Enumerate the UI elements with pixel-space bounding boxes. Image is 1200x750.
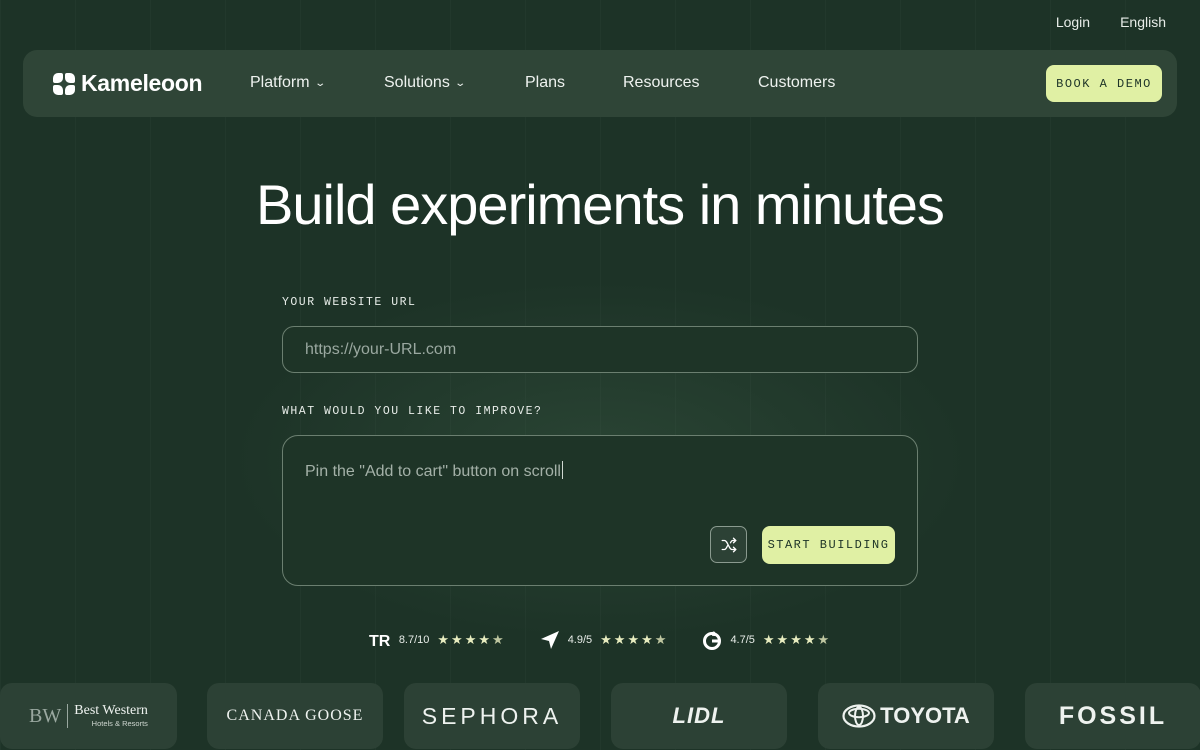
text-caret [561,461,563,479]
best-western-name: Best Western [74,703,148,719]
nav-label: Platform [250,74,310,91]
chevron-down-icon: ⌄ [454,77,466,89]
nav-item-customers[interactable]: Customers [758,74,835,92]
ratings-row: TR 8.7/10 ★★★★★ 4.9/5 ★★★★★ 2 4.7/5 ★★★★… [0,630,1200,650]
best-western-sub: Hotels & Resorts [91,719,148,729]
best-western-mark: BW [29,704,62,727]
logo-fossil: FOSSIL [1025,683,1200,749]
logo-sephora: SEPHORA [404,683,580,749]
start-building-button[interactable]: START BUILDING [762,526,895,564]
fossil-wordmark: FOSSIL [1058,701,1168,730]
g2-icon: 2 [703,632,722,650]
improve-label: WHAT WOULD YOU LIKE TO IMPROVE? [282,405,543,418]
rating-g2[interactable]: 2 4.7/5 ★★★★★ [702,630,831,650]
brand-name: Kameleoon [81,70,203,96]
shuffle-icon [721,537,736,552]
logo-lidl: LIDL [611,683,787,749]
star-rating-icon: ★★★★★ [437,632,506,647]
hero-title: Build experiments in minutes [256,173,945,236]
svg-text:TR: TR [369,633,391,648]
login-link[interactable]: Login [1056,14,1090,30]
nav-label: Resources [623,74,700,91]
chevron-down-icon: ⌄ [313,77,326,89]
website-url-input[interactable] [282,326,918,373]
canada-goose-wordmark: CANADA GOOSE [226,707,364,724]
nav-item-plans[interactable]: Plans [525,74,565,92]
sephora-wordmark: SEPHORA [421,702,563,729]
kameleoon-logo-icon [53,72,75,95]
improve-textarea[interactable]: Pin the "Add to cart" button on scroll S… [282,435,918,586]
language-selector[interactable]: English [1120,14,1166,30]
logo-best-western: BW Best Western Hotels & Resorts [0,683,177,749]
logo-toyota: TOYOTA [818,683,994,749]
improve-text-value: Pin the "Add to cart" button on scroll [305,463,561,480]
rating-score: 8.7/10 [398,634,430,646]
main-navbar: Kameleoon Platform ⌄ Solutions ⌄ Plans R… [23,50,1177,117]
improve-text: Pin the "Add to cart" button on scroll [305,461,563,481]
toyota-wordmark: TOYOTA [880,703,970,728]
nav-label: Solutions [384,74,450,91]
star-rating-icon: ★★★★★ [762,632,832,647]
nav-item-resources[interactable]: Resources [623,74,699,92]
capterra-icon [540,631,559,649]
rating-trustradius[interactable]: TR 8.7/10 ★★★★★ [369,632,506,648]
top-utility-bar: Login English [1056,14,1166,30]
nav-label: Plans [525,74,566,91]
nav-item-platform[interactable]: Platform ⌄ [250,74,326,92]
customer-logos-strip: BW Best Western Hotels & Resorts CANADA … [0,683,1200,750]
rating-score: 4.9/5 [567,634,593,646]
lidl-wordmark: LIDL [672,703,726,728]
star-rating-icon: ★★★★★ [600,632,669,647]
brand-logo[interactable]: Kameleoon [53,70,203,97]
trustradius-icon: TR [369,633,391,648]
rating-capterra[interactable]: 4.9/5 ★★★★★ [540,630,669,650]
nav-item-solutions[interactable]: Solutions ⌄ [384,74,466,92]
nav-label: Customers [758,74,836,91]
url-label: YOUR WEBSITE URL [282,296,417,309]
toyota-emblem-icon [842,704,876,728]
book-demo-button[interactable]: BOOK A DEMO [1046,65,1162,102]
shuffle-button[interactable] [710,526,747,563]
best-western-wordmark: Best Western Hotels & Resorts [67,704,148,728]
rating-score: 4.7/5 [730,634,755,646]
logo-canada-goose: CANADA GOOSE [207,683,383,749]
